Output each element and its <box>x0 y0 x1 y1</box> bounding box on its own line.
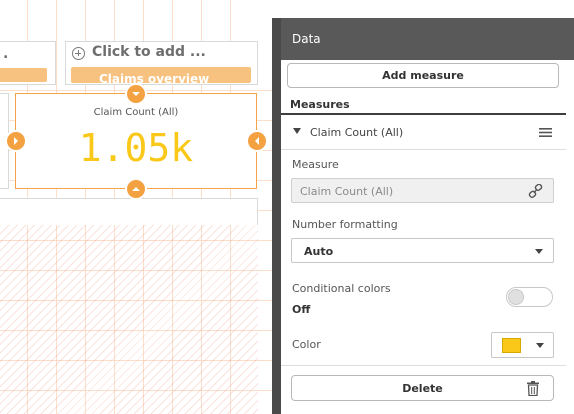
sheet-canvas[interactable]: . Click to add ... Claims overview Claim… <box>0 0 272 414</box>
kpi-object[interactable]: Claim Count (All) 1.05k <box>15 93 257 189</box>
resize-handle-left[interactable] <box>5 130 27 152</box>
placeholder-card-left[interactable]: . <box>0 41 56 85</box>
color-picker[interactable] <box>491 332 554 358</box>
link-icon[interactable] <box>528 184 543 198</box>
placeholder-bar <box>0 68 47 82</box>
drag-handle-icon[interactable] <box>539 128 552 137</box>
measure-item-label: Claim Count (All) <box>310 126 404 139</box>
number-formatting-label: Number formatting <box>292 218 398 231</box>
delete-button[interactable]: Delete <box>291 375 554 401</box>
measure-expression-value: Claim Count (All) <box>300 185 394 198</box>
add-icon <box>72 47 85 60</box>
add-measure-button[interactable]: Add measure <box>287 63 559 88</box>
placeholder-card-lower[interactable] <box>0 198 258 225</box>
color-label: Color <box>292 338 321 351</box>
panel-body: Add measure Measures Claim Count (All) M… <box>281 60 566 414</box>
resize-handle-bottom[interactable] <box>125 178 147 200</box>
chevron-right-icon <box>14 137 18 145</box>
divider <box>281 365 566 366</box>
trash-icon <box>527 381 539 396</box>
measure-expression-field: Claim Count (All) <box>291 178 554 203</box>
measure-field-label: Measure <box>292 158 339 171</box>
measure-accordion-header[interactable]: Claim Count (All) <box>281 116 566 147</box>
placeholder-bar-text: Claims overview <box>99 72 210 83</box>
panel-divider <box>272 18 281 414</box>
chevron-down-icon <box>132 92 140 96</box>
panel-header-title: Data <box>292 32 321 46</box>
placeholder-card-right[interactable]: Click to add ... Claims overview <box>65 41 258 85</box>
conditional-colors-toggle[interactable] <box>506 287 553 307</box>
sheet-editor: . Click to add ... Claims overview Claim… <box>0 0 574 414</box>
measures-section-title: Measures <box>290 98 350 111</box>
number-formatting-value: Auto <box>304 245 334 258</box>
caret-down-icon <box>293 128 301 134</box>
empty-drop-area[interactable] <box>0 225 258 414</box>
section-divider <box>281 113 566 115</box>
conditional-colors-state: Off <box>292 303 311 316</box>
resize-handle-right[interactable] <box>246 130 268 152</box>
resize-handle-top[interactable] <box>125 83 147 105</box>
delete-button-label: Delete <box>402 382 443 395</box>
caret-down-icon <box>536 343 544 348</box>
kpi-label: Claim Count (All) <box>93 107 179 118</box>
toggle-knob <box>508 289 524 305</box>
panel-header[interactable]: Data <box>281 18 574 60</box>
color-swatch <box>502 338 521 353</box>
chevron-left-icon <box>255 137 259 145</box>
conditional-colors-label: Conditional colors <box>292 282 391 295</box>
caret-down-icon <box>535 249 543 254</box>
chevron-up-icon <box>132 187 140 191</box>
kpi-value: 1.05k <box>78 126 194 170</box>
divider <box>281 149 566 150</box>
placeholder-bar: Claims overview <box>71 67 251 83</box>
number-formatting-dropdown[interactable]: Auto <box>291 238 554 263</box>
click-to-add-label[interactable]: Click to add ... <box>92 44 206 60</box>
placeholder-title: . <box>3 46 9 62</box>
